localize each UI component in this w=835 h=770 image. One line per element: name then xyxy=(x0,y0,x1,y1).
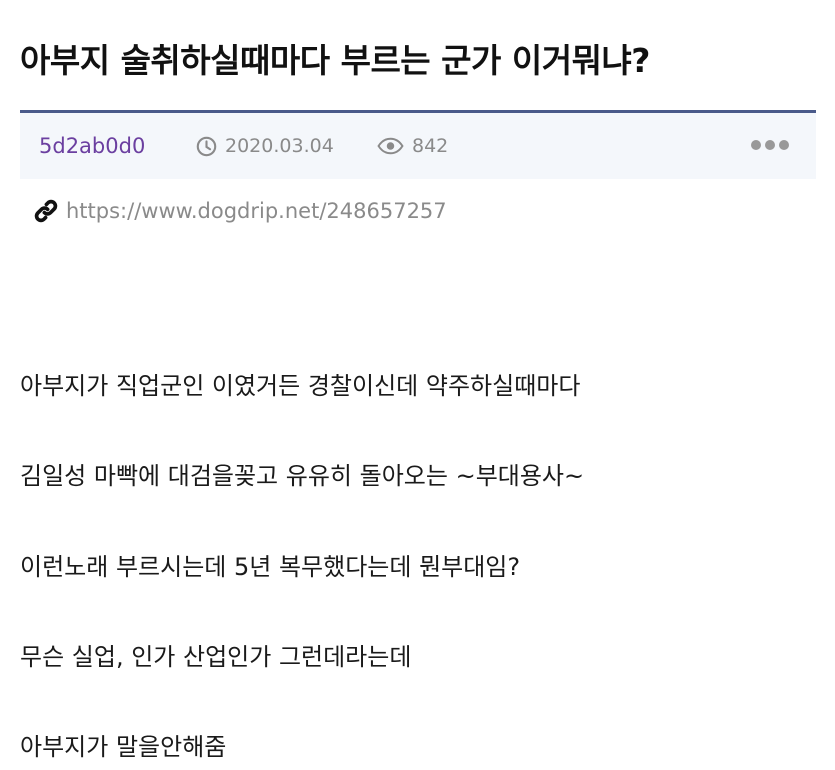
post-views-count: 842 xyxy=(412,135,449,157)
post-body-line: 김일성 마빡에 대검을꽂고 유유히 돌아오는 ~부대용사~ xyxy=(20,462,585,490)
more-options-button[interactable] xyxy=(748,133,792,157)
post-url-row: https://www.dogdrip.net/248657257 xyxy=(33,198,447,224)
post-title: 아부지 술취하실때마다 부르는 군가 이거뭐냐? xyxy=(20,41,650,80)
post-views: 842 xyxy=(377,135,448,157)
post-body-line: 아부지가 직업군인 이였거든 경찰이신데 약주하실때마다 xyxy=(20,372,581,400)
post-body-line: 무슨 실업, 인가 산업인가 그런데라는데 xyxy=(20,643,412,671)
author-name[interactable]: 5d2ab0d0 xyxy=(39,134,145,158)
post-body-line: 이런노래 부르시는데 5년 복무했다는데 뭔부대임? xyxy=(20,553,521,581)
link-icon xyxy=(33,198,59,224)
eye-icon xyxy=(377,137,404,155)
post-date: 2020.03.04 xyxy=(196,135,334,157)
post-meta-bar: 5d2ab0d0 2020.03.04 842 xyxy=(20,110,816,179)
clock-icon xyxy=(196,136,217,157)
post-date-value: 2020.03.04 xyxy=(225,135,334,157)
post-url-link[interactable]: https://www.dogdrip.net/248657257 xyxy=(66,199,447,223)
more-dots-icon xyxy=(750,139,790,151)
post-body-line: 아부지가 말을안해줌 xyxy=(20,733,227,761)
